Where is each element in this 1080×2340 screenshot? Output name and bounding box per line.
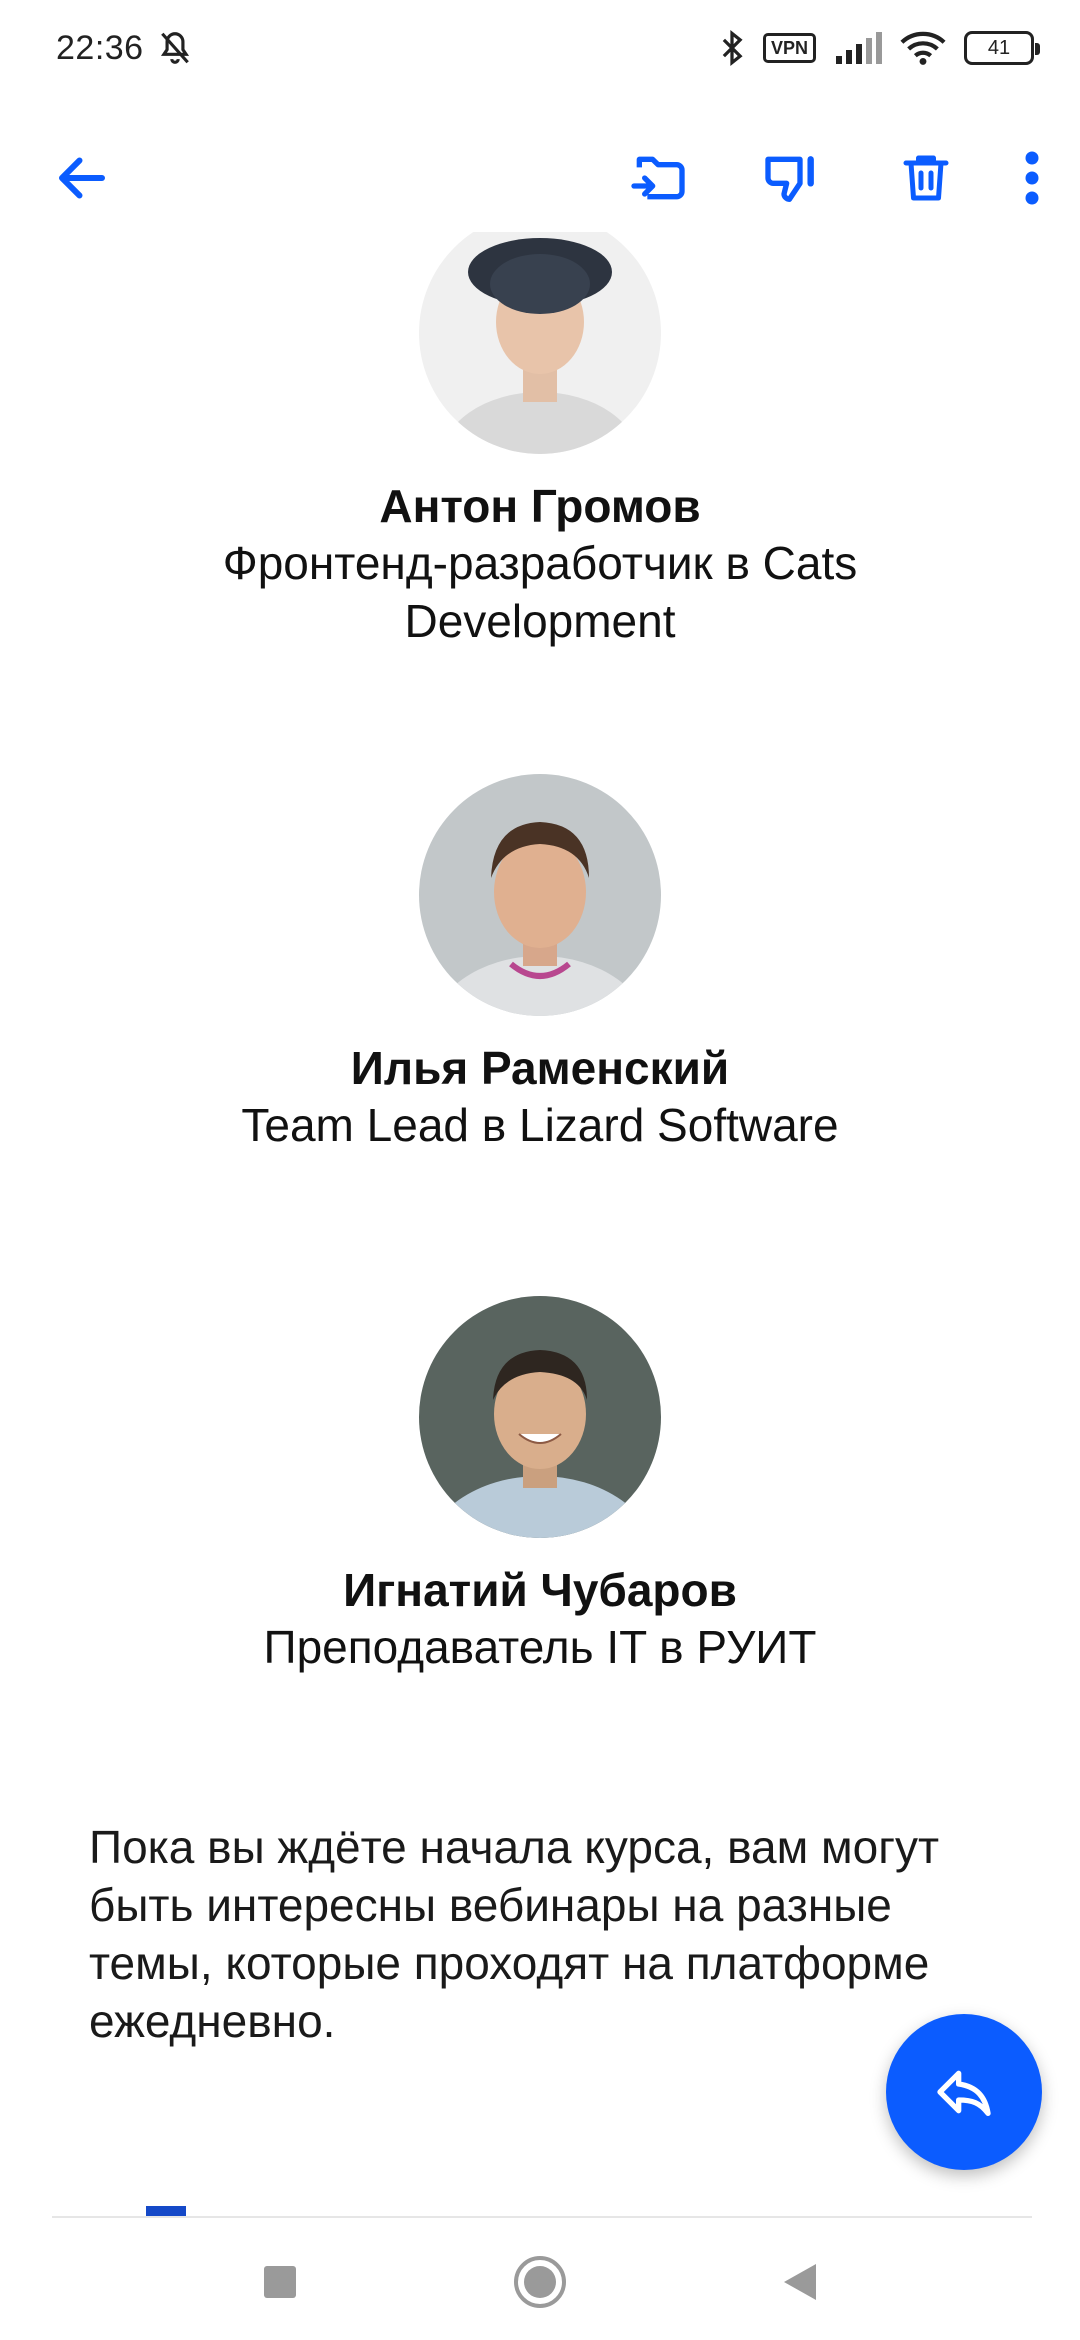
avatar xyxy=(419,232,661,454)
avatar xyxy=(419,1296,661,1538)
body-paragraph: Пока вы ждёте начала курса, вам могут бы… xyxy=(89,1821,940,2047)
tab-indicator xyxy=(146,2206,186,2216)
move-to-folder-icon[interactable] xyxy=(610,130,706,226)
speaker-role: Фронтенд-разработчик в Cats Development xyxy=(222,537,858,647)
speaker-name: Игнатий Чубаров xyxy=(343,1564,737,1616)
battery-indicator: 41 xyxy=(964,31,1040,65)
home-circle-icon[interactable] xyxy=(505,2247,575,2317)
vpn-badge: VPN xyxy=(762,33,816,63)
more-vert-icon[interactable] xyxy=(1012,130,1052,226)
speaker-name: Илья Раменский xyxy=(350,1042,730,1094)
signal-icon xyxy=(834,32,882,64)
speaker-card: Игнатий Чубаров Преподаватель IT в РУИТ xyxy=(0,1296,1080,1676)
back-triangle-icon[interactable] xyxy=(765,2247,835,2317)
toolbar-actions xyxy=(610,130,1052,226)
back-arrow-icon[interactable] xyxy=(34,130,130,226)
muted-bell-icon xyxy=(156,29,194,67)
speaker-role: Преподаватель IT в РУИТ xyxy=(263,1621,817,1673)
reply-button[interactable] xyxy=(886,2014,1042,2170)
reply-icon xyxy=(937,2070,991,2116)
speaker-card: Илья Раменский Team Lead в Lizard Softwa… xyxy=(0,774,1080,1154)
status-time: 22:36 xyxy=(56,28,144,67)
system-nav-bar xyxy=(0,2224,1080,2340)
dislike-icon[interactable] xyxy=(744,130,840,226)
status-bar: 22:36 VPN 41 xyxy=(0,0,1080,96)
bluetooth-icon xyxy=(719,28,745,68)
speaker-role: Team Lead в Lizard Software xyxy=(241,1099,839,1151)
avatar xyxy=(419,774,661,1016)
trash-icon[interactable] xyxy=(878,130,974,226)
screen: 22:36 VPN 41 Антон Громов Фронтенд-разра… xyxy=(0,0,1080,2340)
status-right: VPN 41 xyxy=(719,28,1040,68)
recents-square-icon[interactable] xyxy=(245,2247,315,2317)
email-content[interactable]: Антон Громов Фронтенд-разработчик в Cats… xyxy=(0,232,1080,2202)
app-toolbar xyxy=(0,118,1080,238)
divider xyxy=(52,2216,1032,2218)
speaker-name: Антон Громов xyxy=(379,480,701,532)
speaker-card: Антон Громов Фронтенд-разработчик в Cats… xyxy=(0,232,1080,650)
status-left: 22:36 xyxy=(56,29,194,68)
wifi-icon xyxy=(900,30,946,66)
